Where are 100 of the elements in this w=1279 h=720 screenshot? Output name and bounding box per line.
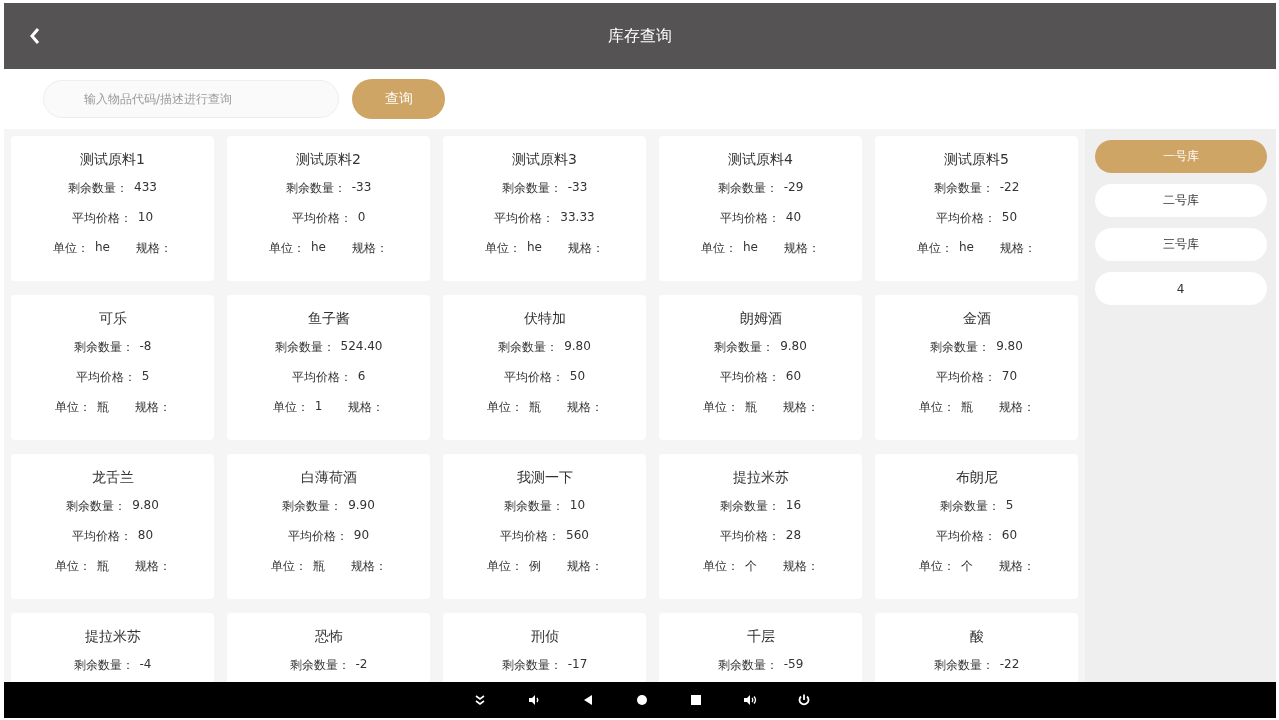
field-label: 单位： [485,240,521,257]
field-value: 33.33 [560,210,595,226]
item-card[interactable]: 提拉米苏 剩余数量： 16 平均价格： 28 单位： 个 规格： [659,454,862,599]
item-name: 可乐 [98,309,127,327]
item-card[interactable]: 白薄荷酒 剩余数量： 9.90 平均价格： 90 单位： 瓶 规格： [227,454,430,599]
field-value: 50 [1001,210,1018,226]
field-label: 单位： [702,558,739,575]
item-card[interactable]: 测试原料1 剩余数量： 433 平均价格： 10 单位： he 规格： [11,136,214,281]
field-label: 规格： [134,558,171,575]
item-name: 提拉米苏 [732,468,789,486]
field-label: 单位： [269,240,305,257]
item-name: 测试原料4 [728,150,793,168]
field-label: 单位： [486,558,523,575]
item-card[interactable]: 千层 剩余数量： -59 [659,613,862,682]
chevrons-down-icon[interactable] [473,693,487,707]
item-name: 测试原料1 [80,150,145,168]
field-value: -22 [999,180,1020,196]
field-label: 剩余数量： [717,657,778,674]
field-value: -59 [783,657,804,673]
item-card[interactable]: 测试原料2 剩余数量： -33 平均价格： 0 单位： he 规格： [227,136,430,281]
power-icon[interactable] [797,693,811,707]
field-value: -8 [139,339,152,355]
field-label: 平均价格： [935,528,996,545]
field-value: 524.40 [340,339,383,355]
field-value: -33 [351,180,372,196]
field-label: 规格： [348,399,385,416]
field-label: 剩余数量： [501,657,562,674]
home-icon[interactable] [635,693,649,707]
field-value: 瓶 [312,558,325,575]
field-value: 70 [1001,369,1018,385]
field-value: 90 [353,528,370,544]
item-name: 测试原料2 [296,150,361,168]
field-label: 规格： [352,240,388,257]
field-label: 单位： [54,399,91,416]
field-label: 单位： [486,399,523,416]
field-value: 瓶 [744,399,757,416]
field-label: 单位： [270,558,307,575]
field-label: 剩余数量： [66,498,127,515]
field-label: 规格： [568,240,604,257]
field-value: 50 [569,369,586,385]
page-title: 库存查询 [608,25,672,47]
item-name: 我测一下 [516,468,573,486]
field-label: 剩余数量： [68,180,129,197]
field-value: -2 [355,657,368,673]
item-card[interactable]: 酸 剩余数量： -22 [875,613,1078,682]
item-name: 伏特加 [523,309,566,327]
field-value: 560 [566,528,589,544]
field-value: he [95,240,110,256]
item-card[interactable]: 金酒 剩余数量： 9.80 平均价格： 70 单位： 瓶 规格： [875,295,1078,440]
field-value: 瓶 [528,399,541,416]
item-card[interactable]: 测试原料5 剩余数量： -22 平均价格： 50 单位： he 规格： [875,136,1078,281]
field-value: 例 [528,558,541,575]
item-card[interactable]: 朗姆酒 剩余数量： 9.80 平均价格： 60 单位： 瓶 规格： [659,295,862,440]
field-label: 单位： [701,240,737,257]
field-label: 剩余数量： [933,657,994,674]
item-name: 恐怖 [314,627,343,645]
item-card[interactable]: 鱼子酱 剩余数量： 524.40 平均价格： 6 单位： 1 规格： [227,295,430,440]
item-card[interactable]: 提拉米苏 剩余数量： -4 [11,613,214,682]
volume-down-icon[interactable] [527,693,541,707]
field-label: 平均价格： [500,528,561,545]
field-value: 10 [137,210,154,226]
field-value: 5 [141,369,150,385]
field-label: 剩余数量： [285,180,346,197]
warehouse-tab[interactable]: 二号库 [1094,184,1267,217]
item-card[interactable]: 布朗尼 剩余数量： 5 平均价格： 60 单位： 个 规格： [875,454,1078,599]
field-label: 单位： [917,240,953,257]
item-card[interactable]: 测试原料4 剩余数量： -29 平均价格： 40 单位： he 规格： [659,136,862,281]
chevron-left-icon [29,27,41,45]
item-card[interactable]: 刑侦 剩余数量： -17 [443,613,646,682]
field-label: 平均价格： [935,369,996,386]
field-label: 剩余数量： [714,339,775,356]
field-value: he [743,240,758,256]
field-label: 平均价格： [71,210,132,227]
field-label: 剩余数量： [498,339,559,356]
volume-up-icon[interactable] [743,693,757,707]
item-card[interactable]: 伏特加 剩余数量： 9.80 平均价格： 50 单位： 瓶 规格： [443,295,646,440]
field-label: 单位： [918,399,955,416]
item-card[interactable]: 龙舌兰 剩余数量： 9.80 平均价格： 80 单位： 瓶 规格： [11,454,214,599]
item-card[interactable]: 可乐 剩余数量： -8 平均价格： 5 单位： 瓶 规格： [11,295,214,440]
field-label: 平均价格： [287,528,348,545]
field-label: 剩余数量： [274,339,335,356]
field-label: 平均价格： [291,369,352,386]
field-label: 剩余数量： [503,498,564,515]
field-label: 平均价格： [719,210,780,227]
field-label: 规格： [782,558,819,575]
item-name: 布朗尼 [955,468,998,486]
item-card[interactable]: 我测一下 剩余数量： 10 平均价格： 560 单位： 例 规格： [443,454,646,599]
field-value: he [311,240,326,256]
search-field[interactable]: 输入物品代码/描述进行查询 [43,80,339,118]
item-card[interactable]: 测试原料3 剩余数量： -33 平均价格： 33.33 单位： he 规格： [443,136,646,281]
field-value: 40 [785,210,802,226]
field-label: 单位： [272,399,309,416]
item-card[interactable]: 恐怖 剩余数量： -2 [227,613,430,682]
field-label: 剩余数量： [717,180,778,197]
warehouse-tab[interactable]: 4 [1094,272,1267,305]
field-value: 16 [785,498,802,514]
item-name: 提拉米苏 [84,627,141,645]
field-label: 单位： [53,240,89,257]
warehouse-tab[interactable]: 三号库 [1094,228,1267,261]
recents-icon[interactable] [689,693,703,707]
